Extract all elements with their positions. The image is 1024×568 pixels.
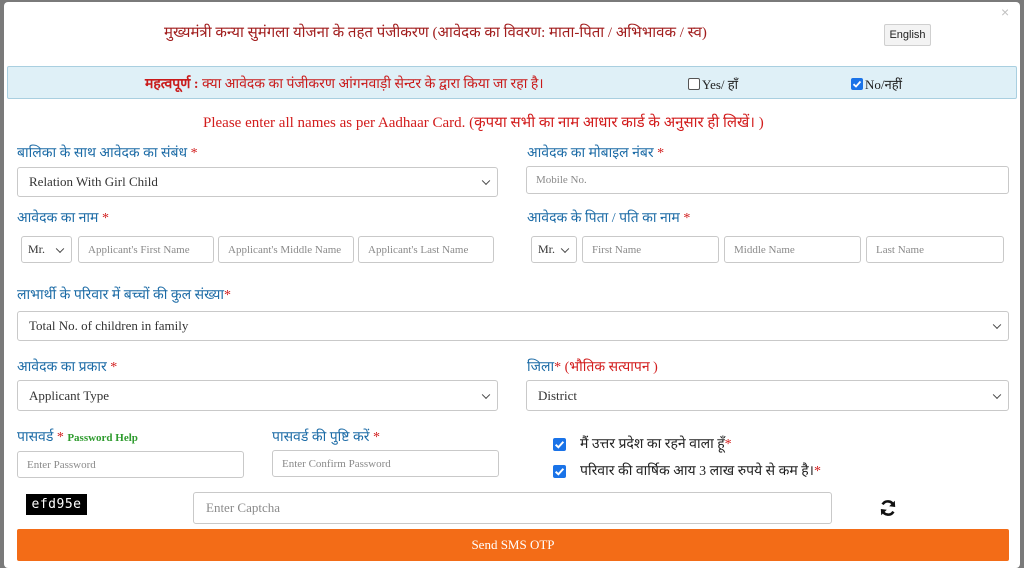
chevron-down-icon	[992, 320, 1002, 330]
anganwadi-no-option[interactable]: No/नहीं	[851, 75, 902, 93]
captcha-input[interactable]: Enter Captcha	[193, 492, 832, 524]
children-count-label: लाभार्थी के परिवार में बच्चों की कुल संख…	[17, 288, 232, 303]
check-icon	[554, 468, 565, 476]
anganwadi-yes-option[interactable]: Yes/ हाँ	[688, 75, 738, 93]
applicant-title-select[interactable]: Mr.	[21, 236, 72, 263]
captcha-image: efd95e	[26, 494, 87, 515]
anganwadi-question: महत्वपूर्ण : क्या आवेदक का पंजीकरण आंगनव…	[145, 74, 544, 93]
relation-label: बालिका के साथ आवेदक का संबंध *	[17, 146, 198, 161]
chevron-down-icon	[55, 244, 65, 253]
father-name-label: आवेदक के पिता / पति का नाम *	[527, 211, 691, 226]
notice-important-label: महत्वपूर्ण :	[145, 77, 199, 92]
password-label: पासवर्ड * Password Help	[17, 430, 138, 445]
password-input[interactable]: Enter Password	[17, 451, 244, 478]
notice-question-text: क्या आवेदक का पंजीकरण आंगनवाड़ी सेन्टर क…	[198, 77, 544, 92]
applicant-last-name-input[interactable]: Applicant's Last Name	[358, 236, 494, 263]
close-icon[interactable]: ×	[1001, 4, 1009, 20]
yes-label: Yes/ हाँ	[702, 77, 739, 92]
password-help-link[interactable]: Password Help	[67, 432, 138, 444]
relation-select[interactable]: Relation With Girl Child	[17, 167, 498, 197]
anganwadi-notice-bar: महत्वपूर्ण : क्या आवेदक का पंजीकरण आंगनव…	[7, 66, 1017, 99]
applicant-first-name-input[interactable]: Applicant's First Name	[78, 236, 214, 263]
father-middle-name-input[interactable]: Middle Name	[724, 236, 861, 263]
up-resident-checkbox[interactable]	[553, 438, 566, 451]
father-title-select[interactable]: Mr.	[531, 236, 577, 263]
father-first-name-input[interactable]: First Name	[582, 236, 719, 263]
chevron-down-icon	[481, 390, 491, 399]
children-count-select[interactable]: Total No. of children in family	[17, 311, 1009, 341]
no-checkbox[interactable]	[851, 78, 863, 90]
income-declaration-checkbox[interactable]	[553, 465, 566, 478]
income-declaration-label: परिवार की वार्षिक आय 3 लाख रुपये से कम ह…	[580, 464, 821, 479]
modal-title: मुख्यमंत्री कन्या सुमंगला योजना के तहत प…	[164, 25, 707, 41]
confirm-password-input[interactable]: Enter Confirm Password	[272, 450, 499, 477]
no-label: No/नहीं	[865, 77, 902, 92]
applicant-name-label: आवेदक का नाम *	[17, 211, 109, 226]
mobile-input[interactable]: Mobile No.	[526, 166, 1009, 194]
chevron-down-icon	[560, 244, 570, 253]
confirm-password-label: पासवर्ड की पुष्टि करें *	[272, 430, 380, 445]
yes-checkbox[interactable]	[688, 78, 700, 90]
up-resident-label: मैं उत्तर प्रदेश का रहने वाला हूँ*	[580, 437, 732, 452]
applicant-type-label: आवेदक का प्रकार *	[17, 360, 118, 375]
district-select[interactable]: District	[526, 380, 1009, 411]
father-last-name-input[interactable]: Last Name	[866, 236, 1004, 263]
mobile-label: आवेदक का मोबाइल नंबर *	[527, 146, 665, 161]
refresh-icon[interactable]	[878, 498, 898, 518]
applicant-type-select[interactable]: Applicant Type	[17, 380, 498, 411]
send-sms-otp-button[interactable]: Send SMS OTP	[17, 529, 1009, 561]
chevron-down-icon	[481, 176, 491, 186]
check-icon	[554, 441, 565, 449]
aadhaar-instruction: Please enter all names as per Aadhaar Ca…	[203, 115, 764, 131]
english-language-button[interactable]: English	[884, 24, 931, 46]
district-label: जिला* (भौतिक सत्यापन )	[527, 360, 658, 375]
chevron-down-icon	[992, 390, 1002, 399]
check-icon	[852, 80, 862, 88]
applicant-middle-name-input[interactable]: Applicant's Middle Name	[218, 236, 354, 263]
